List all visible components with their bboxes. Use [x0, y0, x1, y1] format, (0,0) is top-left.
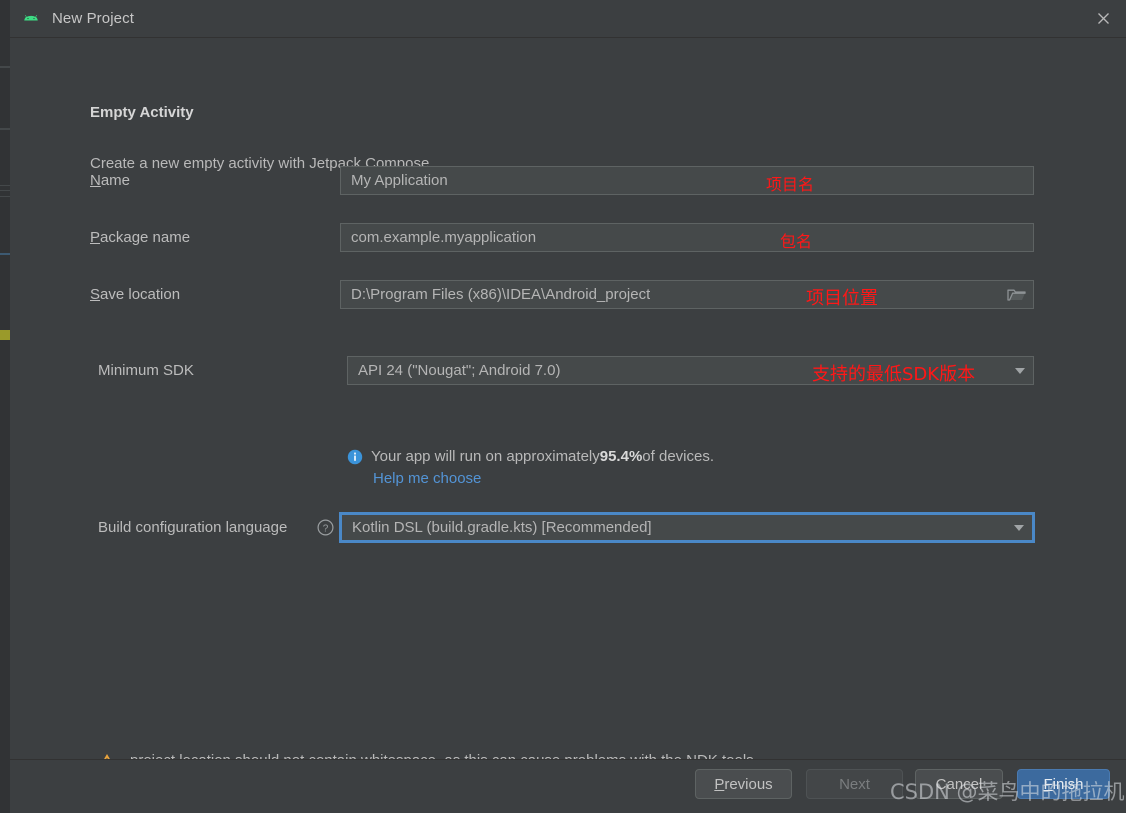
package-name-label: Package name: [90, 229, 191, 246]
android-robot-icon: [24, 14, 38, 20]
device-coverage-text-after: of devices.: [642, 448, 715, 465]
close-icon: [1097, 13, 1109, 24]
svg-text:?: ?: [323, 523, 329, 534]
chevron-down-icon: [1006, 524, 1032, 531]
name-input[interactable]: My Application: [340, 166, 1034, 195]
device-coverage-text-before: Your app will run on approximately: [371, 448, 600, 465]
browse-folder-button[interactable]: [999, 281, 1033, 308]
next-button[interactable]: Next: [806, 769, 903, 799]
build-language-help-button[interactable]: ?: [317, 519, 334, 541]
dialog-title: New Project: [52, 10, 134, 27]
chevron-down-icon: [1007, 367, 1033, 374]
build-language-dropdown[interactable]: Kotlin DSL (build.gradle.kts) [Recommend…: [340, 513, 1034, 542]
save-location-input-value: D:\Program Files (x86)\IDEA\Android_proj…: [351, 286, 651, 303]
dialog-content: Empty Activity Create a new empty activi…: [10, 38, 1126, 813]
name-input-value: My Application: [351, 172, 448, 189]
save-location-label: Save location: [90, 286, 181, 303]
package-name-input-value: com.example.myapplication: [351, 229, 537, 246]
build-language-value: Kotlin DSL (build.gradle.kts) [Recommend…: [352, 519, 652, 536]
background-window-strip: [0, 0, 10, 813]
folder-icon: [1006, 289, 1026, 301]
page-title: Empty Activity: [90, 104, 194, 121]
minimum-sdk-dropdown[interactable]: API 24 ("Nougat"; Android 7.0): [347, 356, 1034, 385]
device-coverage-percent: 95.4%: [599, 448, 643, 465]
cancel-button[interactable]: Cancel: [915, 769, 1003, 799]
dialog-title-bar: New Project: [10, 0, 1126, 38]
info-icon: [347, 449, 363, 464]
minimum-sdk-label: Minimum SDK: [98, 362, 194, 379]
save-location-input[interactable]: D:\Program Files (x86)\IDEA\Android_proj…: [340, 280, 1034, 309]
minimum-sdk-value: API 24 ("Nougat"; Android 7.0): [358, 362, 561, 379]
name-label: Name: [90, 172, 131, 189]
help-me-choose-link[interactable]: Help me choose: [373, 470, 481, 487]
device-coverage-info: Your app will run on approximately 95.4%…: [347, 448, 714, 465]
close-button[interactable]: [1080, 0, 1126, 37]
new-project-dialog: New Project Empty Activity Create a new …: [10, 0, 1126, 813]
dialog-footer: Previous Next Cancel Finish: [10, 759, 1126, 813]
previous-button[interactable]: Previous: [695, 769, 792, 799]
help-circle-icon: ?: [317, 519, 334, 536]
package-name-input[interactable]: com.example.myapplication: [340, 223, 1034, 252]
finish-button[interactable]: Finish: [1017, 769, 1110, 799]
build-language-label: Build configuration language: [98, 519, 288, 536]
